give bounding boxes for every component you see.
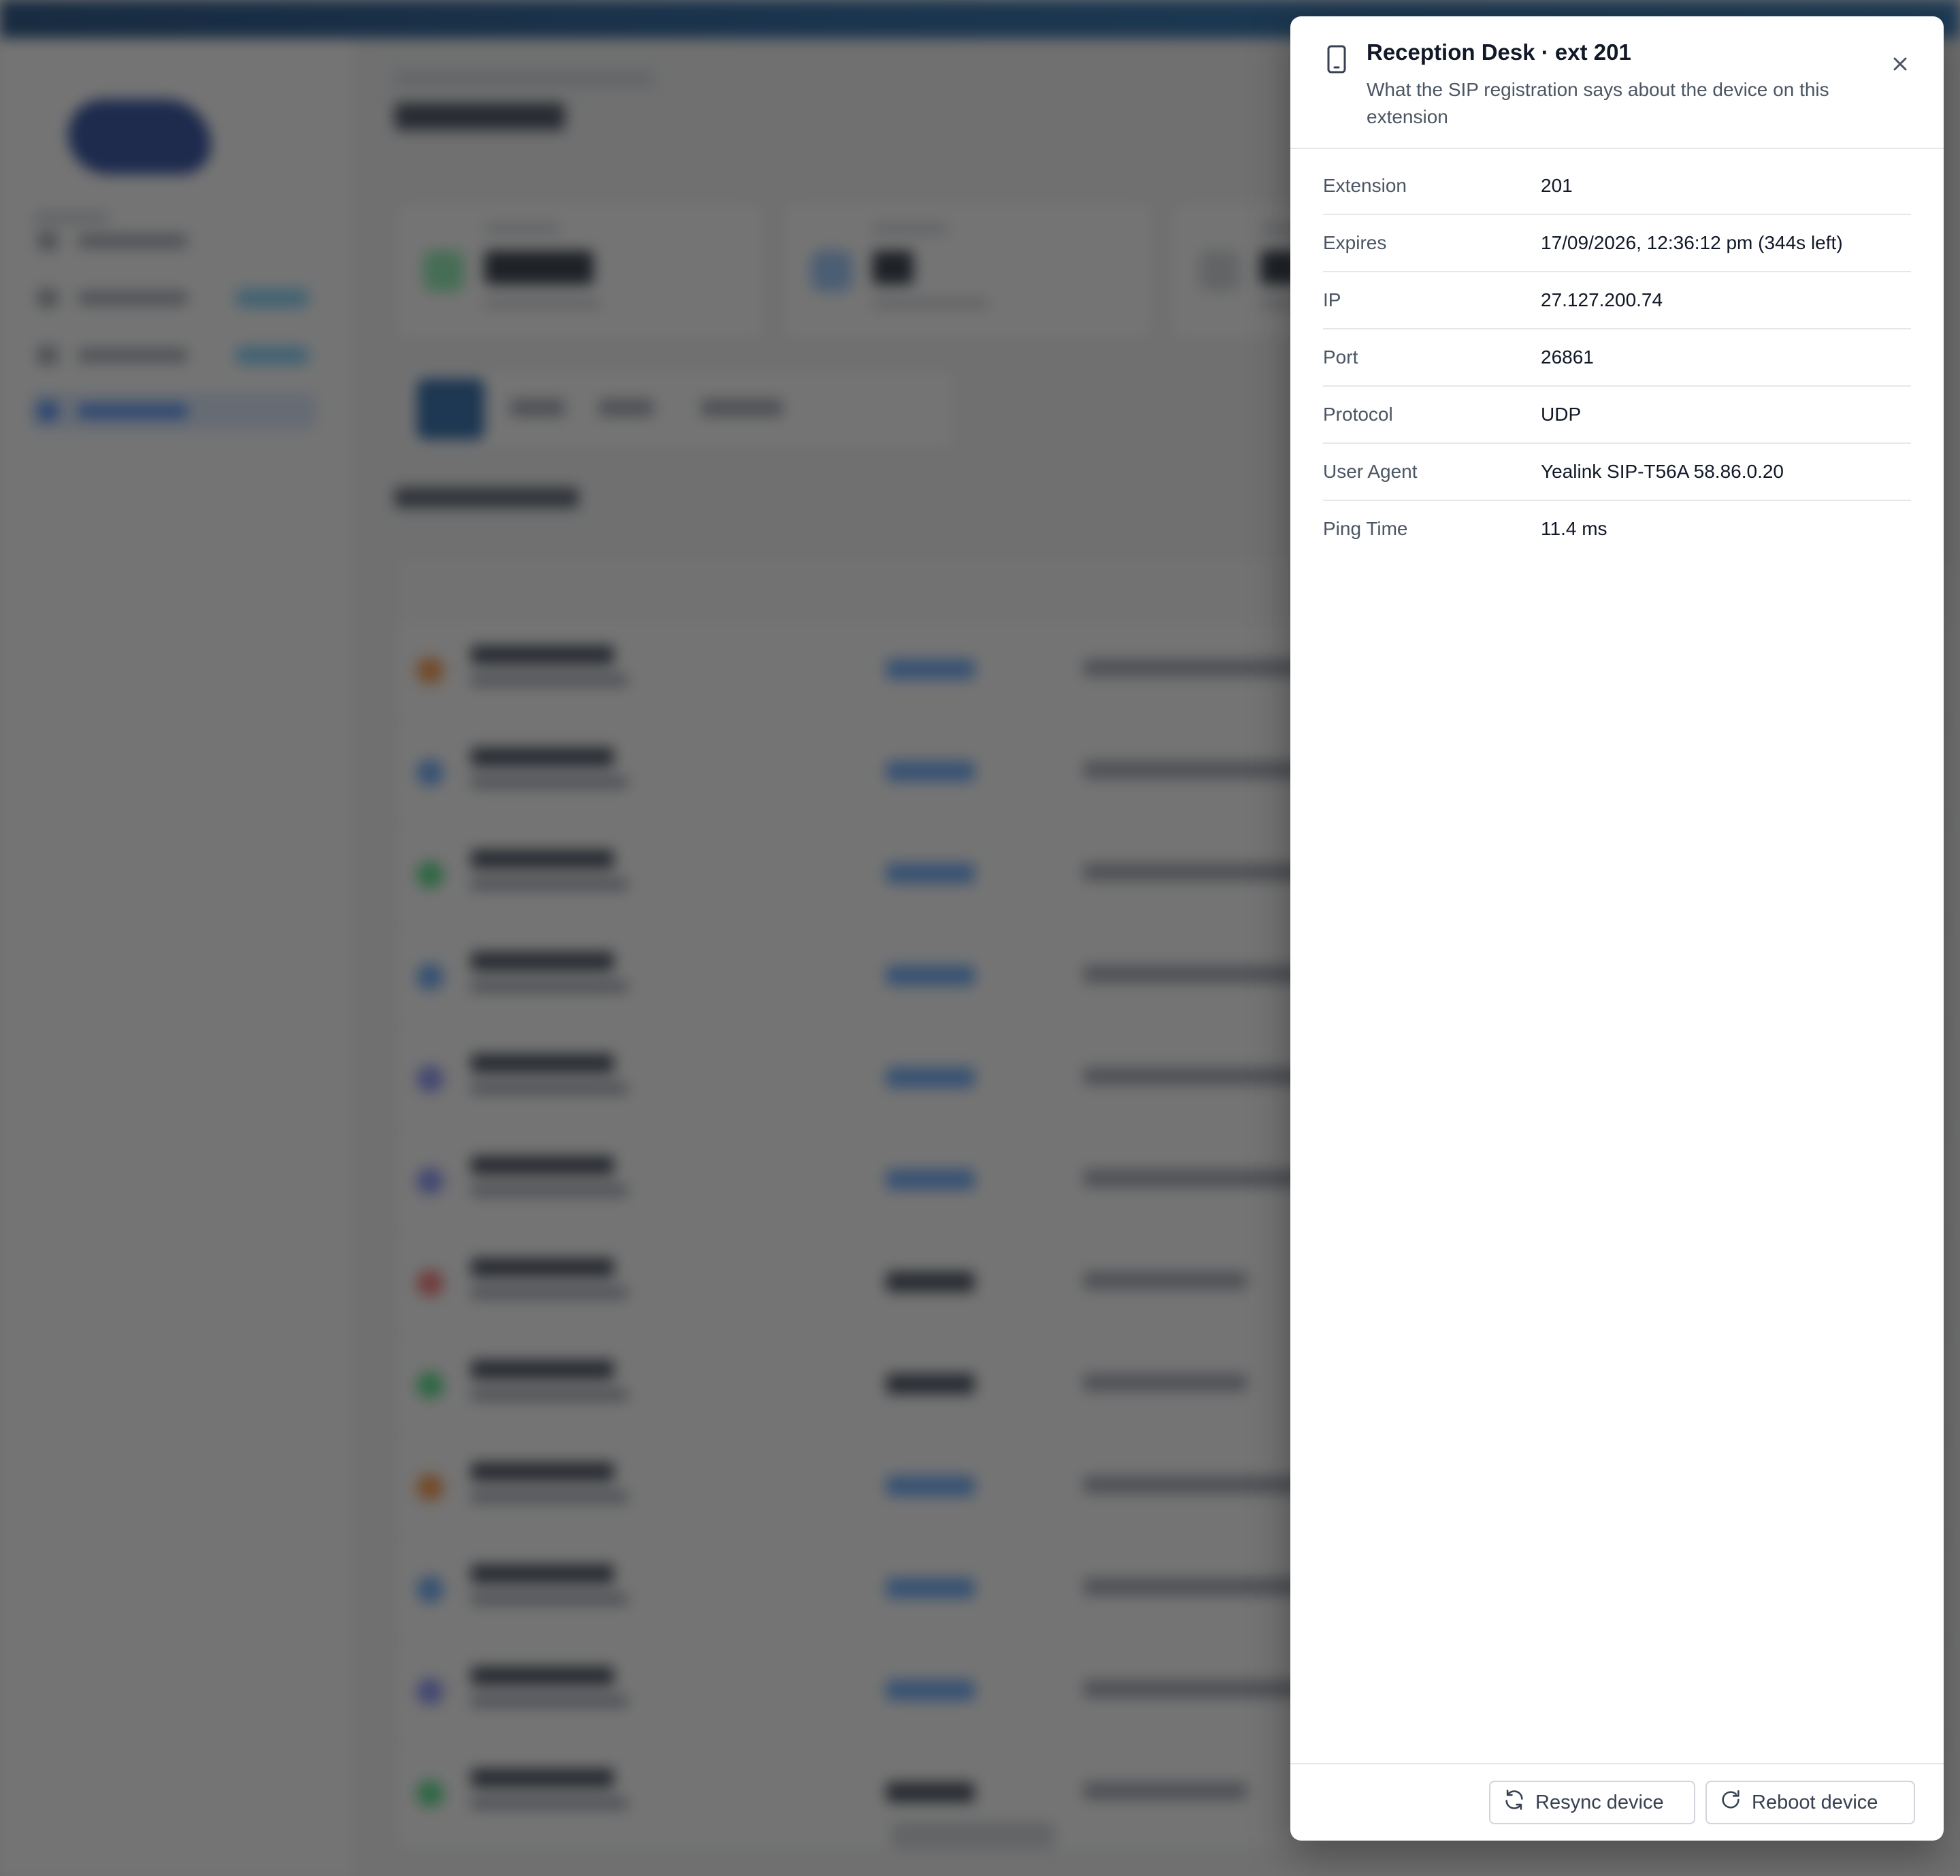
detail-row-ping-time: Ping Time 11.4 ms — [1323, 501, 1911, 557]
reboot-device-label: Reboot device — [1752, 1791, 1878, 1813]
detail-value: 17/09/2026, 12:36:12 pm (344s left) — [1541, 232, 1843, 253]
detail-label: Ping Time — [1323, 518, 1408, 539]
drawer-footer: Resync device Reboot device — [1290, 1763, 1944, 1841]
drawer-title: Reception Desk · ext 201 — [1367, 39, 1631, 65]
close-icon[interactable] — [1886, 50, 1914, 78]
detail-row-extension: Extension 201 — [1323, 158, 1911, 215]
resync-device-button[interactable]: Resync device — [1489, 1781, 1695, 1824]
device-details-drawer: Reception Desk · ext 201 What the SIP re… — [1290, 16, 1944, 1841]
detail-value: 201 — [1541, 175, 1573, 196]
mobile-device-icon — [1323, 44, 1350, 75]
detail-label: User Agent — [1323, 461, 1418, 482]
drawer-subtitle: What the SIP registration says about the… — [1367, 79, 1829, 127]
detail-row-user-agent: User Agent Yealink SIP-T56A 58.86.0.20 — [1323, 444, 1911, 501]
detail-value: 27.127.200.74 — [1541, 289, 1663, 310]
detail-value: 11.4 ms — [1541, 518, 1607, 539]
detail-value: UDP — [1541, 404, 1582, 425]
detail-row-ip: IP 27.127.200.74 — [1323, 272, 1911, 329]
detail-label: Extension — [1323, 175, 1407, 196]
detail-row-expires: Expires 17/09/2026, 12:36:12 pm (344s le… — [1323, 215, 1911, 272]
drawer-header: Reception Desk · ext 201 What the SIP re… — [1290, 16, 1944, 149]
detail-row-port: Port 26861 — [1323, 329, 1911, 387]
registration-details: Extension 201 Expires 17/09/2026, 12:36:… — [1323, 175, 1911, 557]
detail-label: Expires — [1323, 232, 1387, 253]
detail-value: Yealink SIP-T56A 58.86.0.20 — [1541, 461, 1784, 482]
detail-label: Protocol — [1323, 404, 1393, 425]
detail-label: IP — [1323, 289, 1341, 310]
reboot-device-button[interactable]: Reboot device — [1705, 1781, 1915, 1824]
detail-label: Port — [1323, 346, 1358, 368]
detail-value: 26861 — [1541, 346, 1594, 368]
refresh-icon — [1503, 1788, 1526, 1817]
detail-row-protocol: Protocol UDP — [1323, 387, 1911, 444]
resync-device-label: Resync device — [1535, 1791, 1664, 1813]
restart-icon — [1719, 1788, 1742, 1817]
